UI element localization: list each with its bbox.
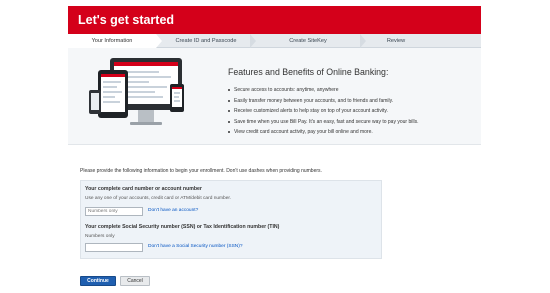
page-title: Let's get started bbox=[78, 13, 175, 27]
list-item: Save time when you use Bill Pay. It's an… bbox=[228, 117, 418, 128]
smartphone-icon bbox=[170, 84, 184, 112]
page-header: Let's get started bbox=[68, 6, 481, 34]
enrollment-instructions: Please provide the following information… bbox=[80, 168, 322, 174]
list-item: Secure access to accounts: anytime, anyw… bbox=[228, 85, 418, 96]
ssn-input[interactable] bbox=[85, 243, 143, 252]
card-number-label: Your complete card number or account num… bbox=[85, 186, 202, 192]
enrollment-form: Your complete card number or account num… bbox=[80, 180, 382, 259]
benefits-banner: Features and Benefits of Online Banking:… bbox=[68, 48, 481, 145]
step-label: Create ID and Passcode bbox=[175, 38, 237, 44]
ssn-label: Your complete Social Security number (SS… bbox=[85, 224, 280, 230]
list-item: Receive customized alerts to help stay o… bbox=[228, 106, 418, 117]
continue-button[interactable]: Continue bbox=[80, 276, 116, 286]
step-create-sitekey: Create SiteKey bbox=[256, 34, 360, 48]
benefits-title: Features and Benefits of Online Banking: bbox=[228, 67, 389, 77]
ssn-hint: Numbers only bbox=[85, 234, 115, 239]
cancel-button[interactable]: Cancel bbox=[120, 276, 150, 286]
step-create-id: Create ID and Passcode bbox=[162, 34, 250, 48]
step-label: Your Information bbox=[91, 38, 133, 44]
step-label: Create SiteKey bbox=[289, 38, 327, 44]
progress-steps: Your Information Create ID and Passcode … bbox=[68, 34, 481, 48]
list-item: View credit card account activity, pay y… bbox=[228, 127, 418, 138]
tablet-icon bbox=[98, 70, 128, 118]
step-review: Review bbox=[366, 34, 426, 48]
card-number-hint: Use any one of your accounts, credit car… bbox=[85, 196, 232, 201]
phone-icon bbox=[89, 90, 101, 114]
step-your-information: Your Information bbox=[68, 34, 156, 48]
benefits-list: Secure access to accounts: anytime, anyw… bbox=[228, 85, 418, 138]
list-item: Easily transfer money between your accou… bbox=[228, 96, 418, 107]
no-account-link[interactable]: Don't have an account? bbox=[148, 208, 198, 213]
no-ssn-link[interactable]: Don't have a Social Security number (SSN… bbox=[148, 244, 243, 249]
card-number-input[interactable] bbox=[85, 207, 143, 216]
step-label: Review bbox=[386, 38, 406, 44]
